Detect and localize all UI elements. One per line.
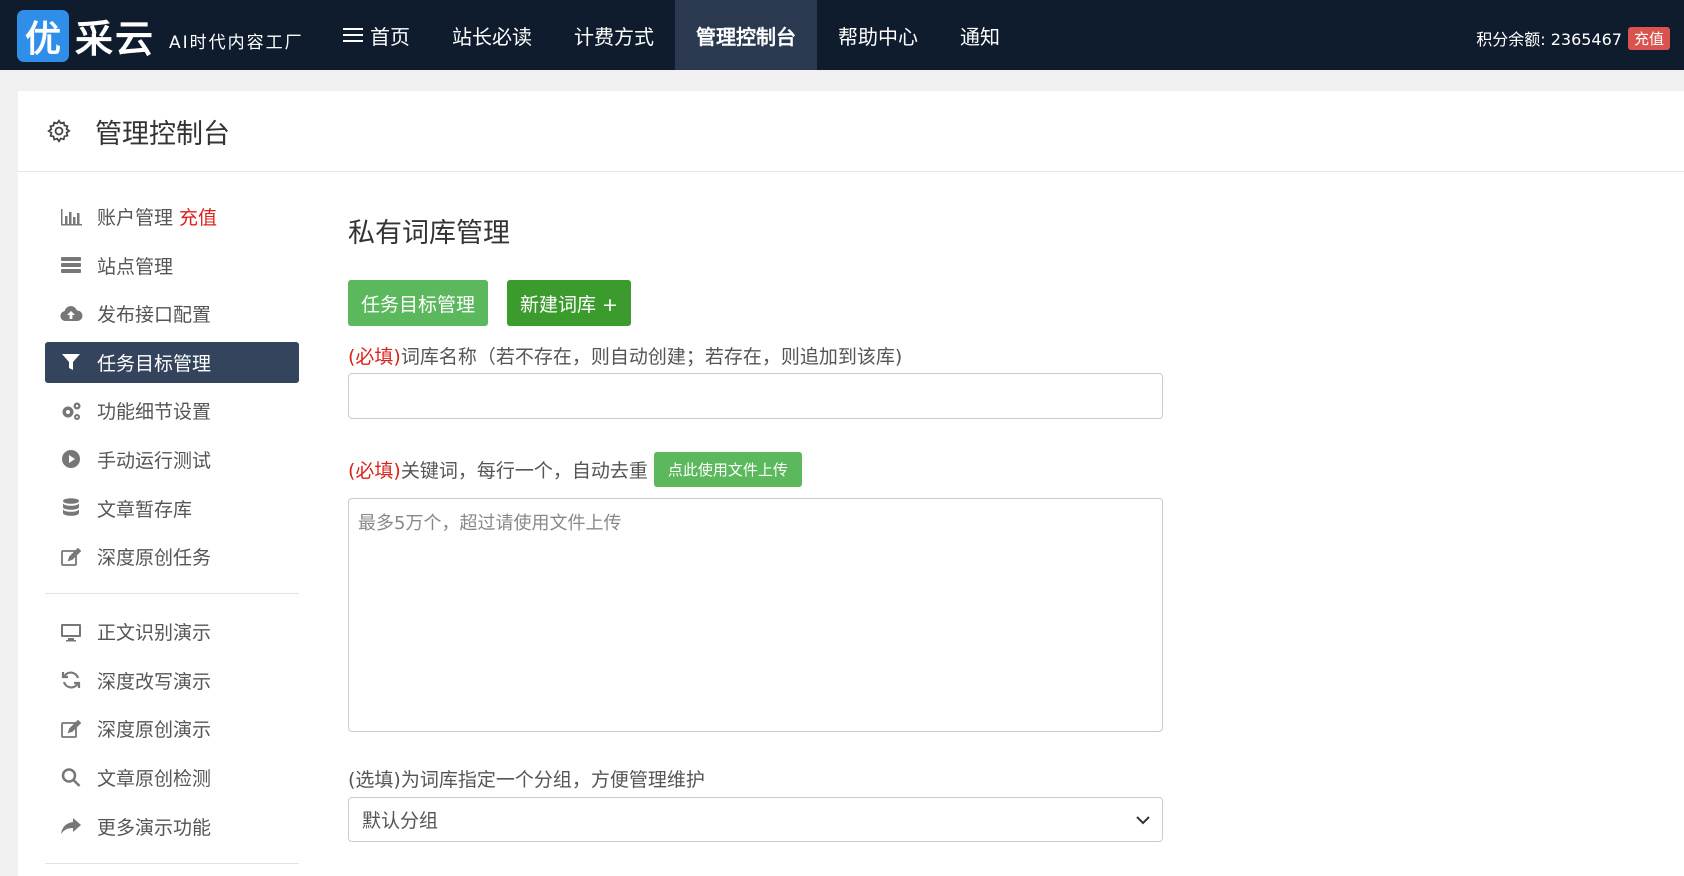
sidebar-item-task-target[interactable]: 任务目标管理 [45, 341, 299, 383]
group-label: (选填)为词库指定一个分组，方便管理维护 [348, 769, 705, 791]
sidebar-recharge-link[interactable]: 充值 [179, 203, 217, 230]
logo-name: 采云 [75, 16, 156, 61]
action-buttons: 任务目标管理 新建词库 + [348, 280, 1178, 326]
sidebar-item-original-demo[interactable]: 深度原创演示 [45, 708, 299, 749]
top-navbar: 优 采云 AI时代内容工厂 首页 站长必读 计费方式 管理控制台 帮助中心 通知… [0, 0, 1684, 70]
sidebar-item-manual-test[interactable]: 手动运行测试 [45, 439, 299, 480]
sidebar-divider [45, 862, 299, 864]
play-circle-icon [62, 450, 80, 469]
sidebar-item-label: 深度原创任务 [97, 547, 212, 570]
edit-icon [61, 719, 82, 738]
new-wordbank-button[interactable]: 新建词库 + [507, 280, 631, 326]
keywords-placeholder: 最多5万个，超过请使用文件上传 [358, 513, 622, 534]
points-balance: 积分余额: 2365467 充值 [1476, 26, 1670, 50]
page-title: 管理控制台 [95, 118, 230, 150]
nav-home-label: 首页 [370, 24, 410, 49]
filter-icon [62, 354, 80, 371]
edit-icon [61, 547, 82, 566]
logo-slogan: AI时代内容工厂 [169, 33, 304, 53]
sidebar-item-article-store[interactable]: 文章暂存库 [45, 488, 299, 529]
cloud-upload-icon [60, 305, 83, 321]
sidebar-item-label: 深度原创演示 [97, 719, 212, 742]
console-panel: 管理控制台 账户管理 充值 站点管理 发布接口配置 任务目标管理 功能细节设置 … [18, 91, 1684, 876]
keywords-textarea[interactable]: 最多5万个，超过请使用文件上传 [348, 498, 1163, 732]
bar-chart-icon [61, 208, 82, 225]
required-mark: (必填) [348, 460, 401, 482]
list-icon [343, 27, 363, 43]
sidebar-item-label: 文章暂存库 [97, 498, 193, 521]
nav-must-read[interactable]: 站长必读 [431, 0, 553, 70]
wordbank-name-input[interactable] [348, 373, 1163, 419]
sidebar-item-label: 正文识别演示 [97, 622, 212, 645]
sidebar: 账户管理 充值 站点管理 发布接口配置 任务目标管理 功能细节设置 手动运行测试… [45, 196, 299, 876]
sidebar-item-label: 发布接口配置 [97, 304, 212, 327]
sidebar-item-originality-check[interactable]: 文章原创检测 [45, 757, 299, 798]
required-mark: (必填) [348, 346, 401, 368]
brand-logo[interactable]: 优 采云 AI时代内容工厂 [17, 8, 304, 63]
sidebar-item-more-demos[interactable]: 更多演示功能 [45, 806, 299, 847]
nav-console[interactable]: 管理控制台 [675, 0, 817, 70]
gear-icon [47, 119, 71, 143]
sidebar-item-label: 文章原创检测 [97, 767, 212, 790]
sidebar-item-label: 账户管理 [97, 207, 174, 229]
sidebar-item-text-recognition-demo[interactable]: 正文识别演示 [45, 611, 299, 652]
file-upload-button[interactable]: 点此使用文件上传 [653, 452, 802, 487]
keywords-text: 关键词，每行一个，自动去重 [400, 460, 648, 482]
sidebar-item-label: 手动运行测试 [97, 449, 212, 472]
sidebar-item-feature-settings[interactable]: 功能细节设置 [45, 390, 299, 431]
sidebar-item-publish-api[interactable]: 发布接口配置 [45, 293, 299, 334]
section-title: 私有词库管理 [348, 218, 510, 249]
wordbank-name-label: (必填) 词库名称（若不存在，则自动创建；若存在，则追加到该库) [348, 342, 1178, 369]
share-icon [61, 818, 81, 835]
sidebar-item-label: 深度改写演示 [97, 670, 212, 693]
refresh-icon [61, 671, 81, 689]
database-icon [63, 498, 79, 516]
nav-help[interactable]: 帮助中心 [817, 0, 939, 70]
task-target-button[interactable]: 任务目标管理 [348, 280, 489, 326]
search-icon [61, 768, 81, 788]
cogs-icon [62, 402, 81, 420]
sidebar-item-original-task[interactable]: 深度原创任务 [45, 536, 299, 577]
points-label: 积分余额: 2365467 [1476, 30, 1622, 49]
nav-pricing[interactable]: 计费方式 [553, 0, 675, 70]
logo-badge: 优 [17, 9, 69, 62]
monitor-icon [61, 623, 81, 642]
group-selected-value: 默认分组 [362, 810, 439, 832]
server-icon [61, 257, 81, 274]
sidebar-item-label: 任务目标管理 [97, 352, 212, 375]
main-nav: 首页 站长必读 计费方式 管理控制台 帮助中心 通知 [322, 0, 1021, 70]
sidebar-item-account[interactable]: 账户管理 充值 [45, 196, 299, 237]
sidebar-item-label: 站点管理 [97, 255, 174, 278]
chevron-down-icon [1136, 815, 1150, 824]
nav-home[interactable]: 首页 [322, 0, 431, 70]
panel-header: 管理控制台 [18, 91, 1684, 172]
wordbank-name-text: 词库名称（若不存在，则自动创建；若存在，则追加到该库) [400, 346, 903, 368]
nav-notice[interactable]: 通知 [939, 0, 1021, 70]
sidebar-item-label: 更多演示功能 [97, 816, 212, 839]
sidebar-item-label: 功能细节设置 [97, 401, 212, 424]
sidebar-divider [45, 593, 299, 595]
recharge-button[interactable]: 充值 [1627, 26, 1670, 50]
sidebar-item-rewrite-demo[interactable]: 深度改写演示 [45, 660, 299, 701]
keywords-label: (必填) 关键词，每行一个，自动去重 点此使用文件上传 [348, 452, 1178, 487]
group-select[interactable]: 默认分组 [348, 797, 1163, 842]
main-content: 私有词库管理 任务目标管理 新建词库 + (必填) 词库名称（若不存在，则自动创… [348, 211, 1178, 842]
sidebar-item-sites[interactable]: 站点管理 [45, 245, 299, 286]
